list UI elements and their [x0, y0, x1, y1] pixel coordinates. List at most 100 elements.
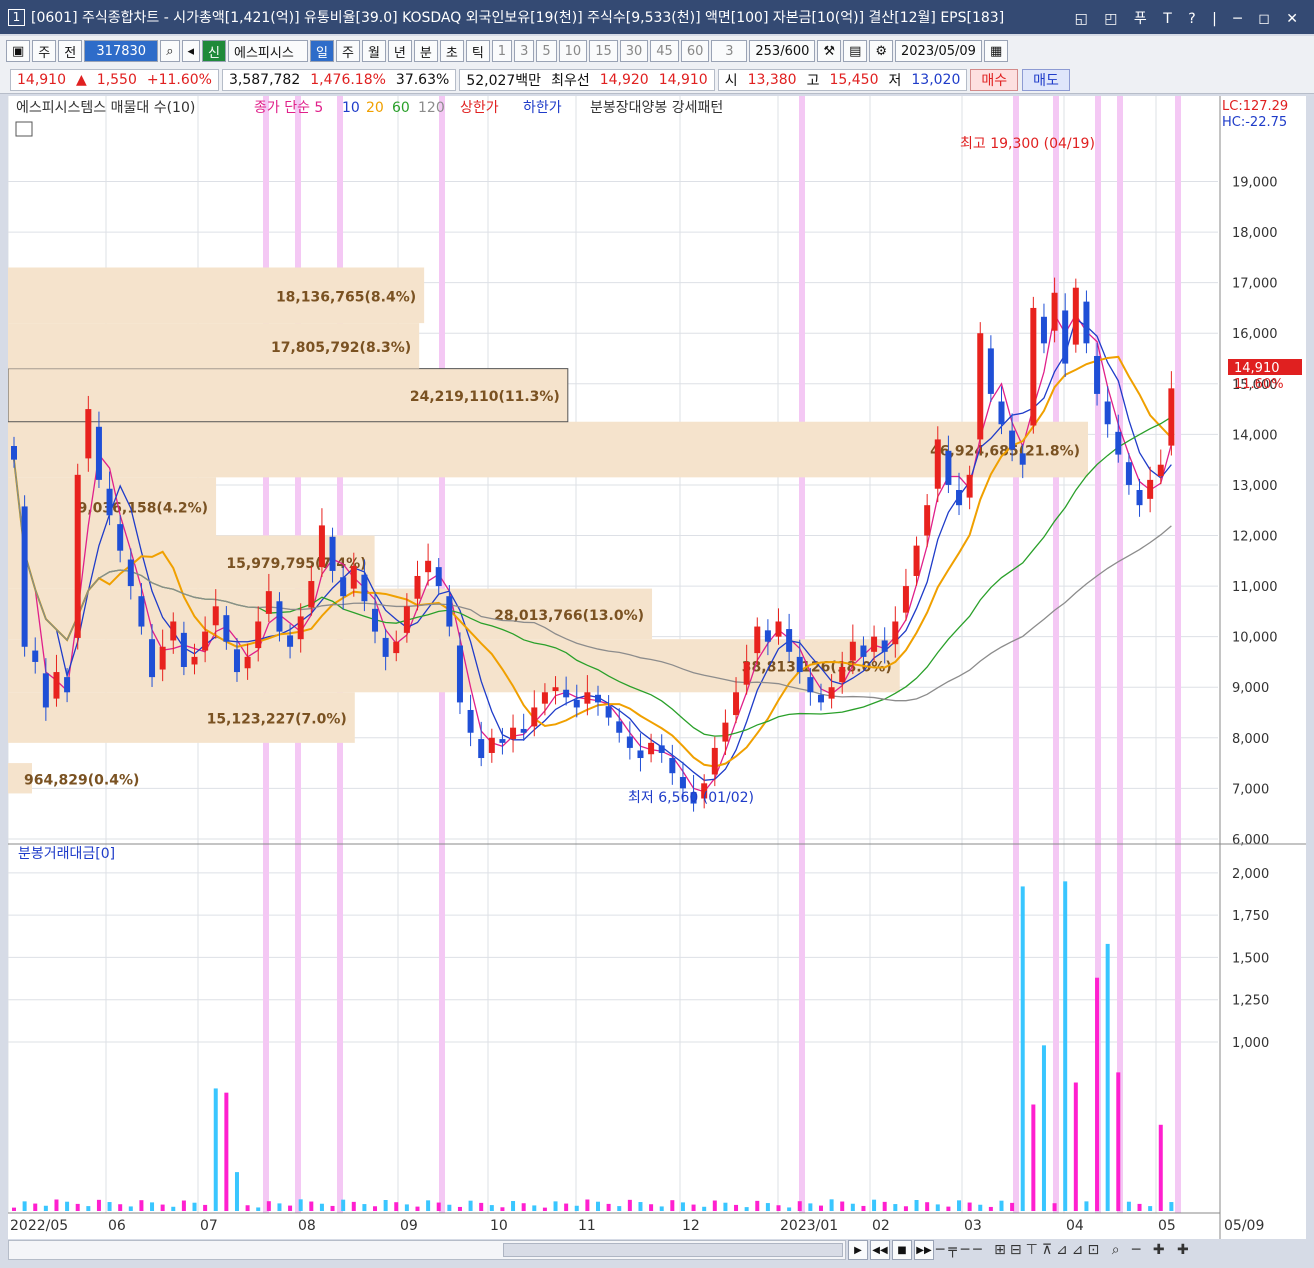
prev-button[interactable]: 전	[58, 40, 83, 62]
period-month[interactable]: 월	[361, 40, 386, 62]
play-icon[interactable]: ▶	[848, 1240, 868, 1260]
period-year[interactable]: 년	[387, 40, 412, 62]
volume-bar	[309, 1201, 314, 1211]
stock-type-select[interactable]: 주	[32, 40, 57, 62]
candle-body	[435, 567, 442, 587]
candle-body	[212, 606, 219, 626]
volume-bar	[755, 1200, 760, 1211]
period-week[interactable]: 주	[335, 40, 360, 62]
stock-name: 에스피시스	[228, 40, 309, 62]
forward-icon[interactable]: ▶▶	[914, 1240, 934, 1260]
chart-tools-icon[interactable]: ⚒	[817, 40, 842, 62]
drawing-tools[interactable]: ─╤── ⊞⊟⊤⊼⊿⊿⊡ ⌕ ─ ✚ ✚	[936, 1242, 1193, 1258]
y-tick-label: 12,000	[1232, 530, 1278, 545]
gear-icon[interactable]: ⚙	[869, 40, 894, 62]
chart-menu-icon[interactable]: ▣	[6, 40, 31, 62]
minute-60[interactable]: 60	[680, 40, 710, 62]
title-bar: 1 [0601] 주식종합차트 - 시가총액[1,421(억)] 유통비율[39…	[0, 0, 1314, 34]
y-tick-label: 11,000	[1232, 580, 1278, 595]
grid-toggle-icon[interactable]	[15, 121, 33, 137]
candle-body	[318, 525, 325, 568]
minute-5[interactable]: 5	[536, 40, 557, 62]
minute-45[interactable]: 45	[650, 40, 679, 62]
minute-10[interactable]: 10	[558, 40, 588, 62]
candle-body	[860, 645, 867, 657]
window-title: [0601] 주식종합차트 - 시가총액[1,421(억)] 유통비율[39.0…	[31, 10, 1005, 26]
save-icon[interactable]: ▤	[843, 40, 868, 62]
volume-bar	[22, 1201, 27, 1211]
ohl-cell: 시 13,380 고 15,450 저 13,020	[717, 68, 968, 91]
volume-bar	[659, 1206, 664, 1211]
x-month-label: 04	[1066, 1218, 1084, 1234]
count-input[interactable]: 3	[711, 40, 748, 62]
period-minute[interactable]: 분	[413, 40, 438, 62]
volume-bar	[1031, 1104, 1036, 1211]
candle-body	[807, 677, 814, 693]
candle-body	[446, 596, 453, 627]
minute-1[interactable]: 1	[491, 40, 513, 62]
calendar-icon[interactable]: ▦	[983, 40, 1009, 62]
period-second[interactable]: 초	[439, 40, 464, 62]
candle-body	[775, 621, 782, 637]
window-controls[interactable]: ◱ ◰ 푸 T ? | ─ ◻ ✕	[1075, 8, 1304, 28]
volume-bar	[266, 1201, 271, 1211]
volume-bar	[606, 1203, 611, 1211]
minute-3[interactable]: 3	[514, 40, 535, 62]
chart-scrollbar[interactable]	[8, 1240, 846, 1260]
audio-icon[interactable]: ◂	[181, 40, 201, 62]
candle-body	[287, 635, 294, 647]
legend-ma60: 60	[392, 100, 410, 116]
volume-bar	[373, 1206, 378, 1211]
candle-body	[711, 747, 718, 775]
x-month-label: 06	[108, 1218, 126, 1234]
minute-30[interactable]: 30	[619, 40, 649, 62]
volume-bar	[415, 1206, 420, 1211]
volume-bar	[489, 1205, 494, 1211]
volume-bar	[426, 1200, 431, 1211]
candle-body	[987, 348, 994, 394]
candle-body	[1104, 401, 1111, 425]
volume-bar	[511, 1201, 516, 1211]
volume-bar	[946, 1206, 951, 1211]
buy-button[interactable]: 매수	[970, 68, 1019, 91]
price-chart-svg[interactable]: 964,829(0.4%)15,123,227(7.0%)38,813,126(…	[7, 96, 1306, 1239]
x-right-label: 05/09	[1224, 1218, 1264, 1234]
volume-bar	[670, 1200, 675, 1211]
profile-label: 24,219,110(11.3%)	[410, 389, 560, 405]
volume-bar	[139, 1200, 144, 1211]
candle-body	[255, 621, 262, 649]
scroll-thumb[interactable]	[503, 1243, 843, 1257]
search-icon[interactable]: ⌕	[160, 40, 180, 62]
volume-bar	[362, 1204, 367, 1211]
candle-body	[478, 739, 485, 759]
sell-button[interactable]: 매도	[1022, 68, 1070, 91]
stock-code-input[interactable]: 317830	[84, 40, 159, 62]
volume-bar	[1095, 977, 1100, 1211]
turnover-rate: 37.63%	[395, 71, 450, 88]
candle-body	[350, 565, 357, 589]
volume-bar	[957, 1200, 962, 1211]
rewind-icon[interactable]: ◀◀	[870, 1240, 890, 1260]
range-input[interactable]: 253/600	[749, 40, 816, 62]
candle-body	[74, 474, 81, 638]
volume-bar	[86, 1206, 91, 1211]
volume-bar	[903, 1206, 908, 1211]
x-month-label: 12	[682, 1218, 700, 1234]
stop-icon[interactable]: ■	[892, 1240, 912, 1260]
period-day[interactable]: 일	[310, 40, 334, 62]
candle-body	[149, 639, 156, 678]
volume-bar	[978, 1204, 983, 1211]
date-input[interactable]: 2023/05/09	[895, 40, 982, 62]
volume-bar	[319, 1203, 324, 1211]
profile-label: 17,805,792(8.3%)	[271, 340, 411, 356]
pattern-band	[1013, 96, 1019, 1213]
high-label: 고	[806, 72, 820, 89]
candle-body	[1009, 430, 1016, 450]
legend-pattern: 분봉장대양봉 강세패턴	[590, 100, 723, 116]
chart-area[interactable]: 964,829(0.4%) 15,123,227(7.0%) 38,813,126(…	[7, 96, 1306, 1239]
period-tick[interactable]: 틱	[465, 40, 490, 62]
profile-label: 15,979,795(7.4%)	[226, 556, 366, 572]
minute-15[interactable]: 15	[589, 40, 618, 62]
candle-body	[934, 439, 941, 489]
volume-bar	[500, 1207, 505, 1211]
